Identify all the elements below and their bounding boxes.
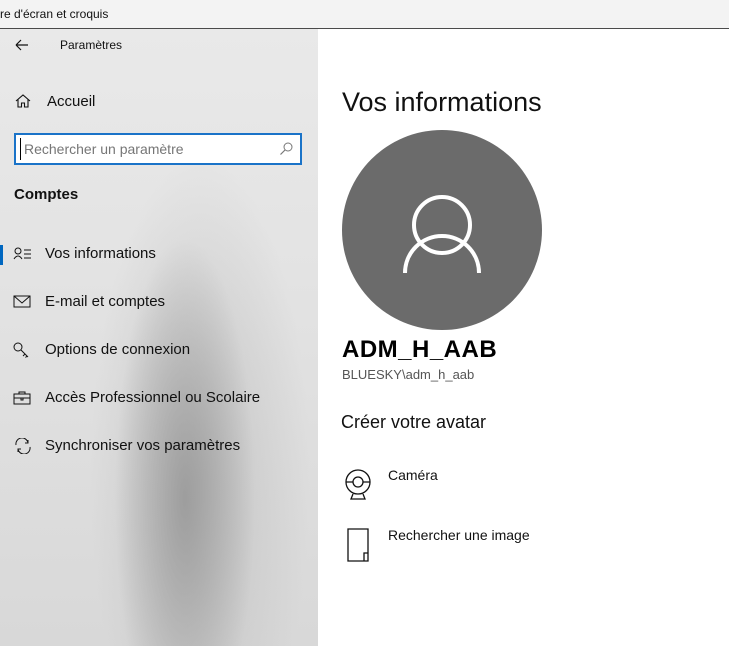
user-display-name: ADM_H_AAB bbox=[342, 336, 498, 363]
file-icon bbox=[342, 527, 376, 568]
avatar bbox=[342, 130, 542, 330]
home-icon bbox=[14, 93, 32, 114]
background-window-title: re d'écran et croquis bbox=[0, 7, 109, 21]
search-input[interactable] bbox=[20, 138, 270, 160]
key-icon bbox=[13, 342, 33, 358]
sidebar-item-label: E-mail et comptes bbox=[45, 293, 166, 310]
user-account-name: BLUESKY\adm_h_aab bbox=[342, 367, 475, 382]
mail-icon bbox=[13, 294, 33, 310]
sidebar-item-sign-in-options[interactable]: Options de connexion bbox=[0, 330, 318, 370]
sidebar: Paramètres Accueil Comptes Vos inform bbox=[0, 29, 318, 646]
main-content: Vos informations ADM_H_AAB BLUESKY\adm_h… bbox=[318, 29, 729, 646]
action-label: Rechercher une image bbox=[388, 527, 530, 543]
group-title: Comptes bbox=[14, 186, 79, 203]
back-arrow-icon bbox=[15, 39, 28, 51]
search-box[interactable] bbox=[14, 133, 302, 165]
title-bar: Paramètres bbox=[0, 29, 318, 61]
sidebar-item-label: Accès Professionnel ou Scolaire bbox=[45, 389, 261, 406]
sidebar-item-label: Accueil bbox=[47, 93, 96, 110]
back-button[interactable] bbox=[10, 35, 34, 55]
sidebar-item-home[interactable]: Accueil bbox=[0, 89, 318, 115]
sidebar-item-vos-informations[interactable]: Vos informations bbox=[0, 234, 318, 274]
sync-icon bbox=[13, 437, 33, 455]
search-icon[interactable] bbox=[278, 141, 294, 162]
page-title: Vos informations bbox=[342, 87, 542, 117]
window-title: Paramètres bbox=[60, 38, 123, 52]
user-silhouette-icon bbox=[403, 195, 481, 274]
action-label: Caméra bbox=[388, 467, 438, 483]
sidebar-item-sync-settings[interactable]: Synchroniser vos paramètres bbox=[0, 426, 318, 466]
briefcase-icon bbox=[13, 390, 33, 406]
background-window-titlebar: re d'écran et croquis bbox=[0, 0, 729, 29]
user-info-icon bbox=[13, 246, 33, 262]
sidebar-item-label: Vos informations bbox=[45, 245, 156, 262]
sidebar-item-label: Options de connexion bbox=[45, 341, 191, 358]
camera-button[interactable]: Caméra bbox=[342, 467, 642, 507]
sidebar-item-work-school-access[interactable]: Accès Professionnel ou Scolaire bbox=[0, 378, 318, 418]
camera-icon bbox=[342, 467, 376, 506]
browse-image-button[interactable]: Rechercher une image bbox=[342, 527, 642, 567]
sidebar-item-label: Synchroniser vos paramètres bbox=[45, 437, 241, 454]
section-title-avatar: Créer votre avatar bbox=[341, 412, 487, 432]
sidebar-item-email-accounts[interactable]: E-mail et comptes bbox=[0, 282, 318, 322]
